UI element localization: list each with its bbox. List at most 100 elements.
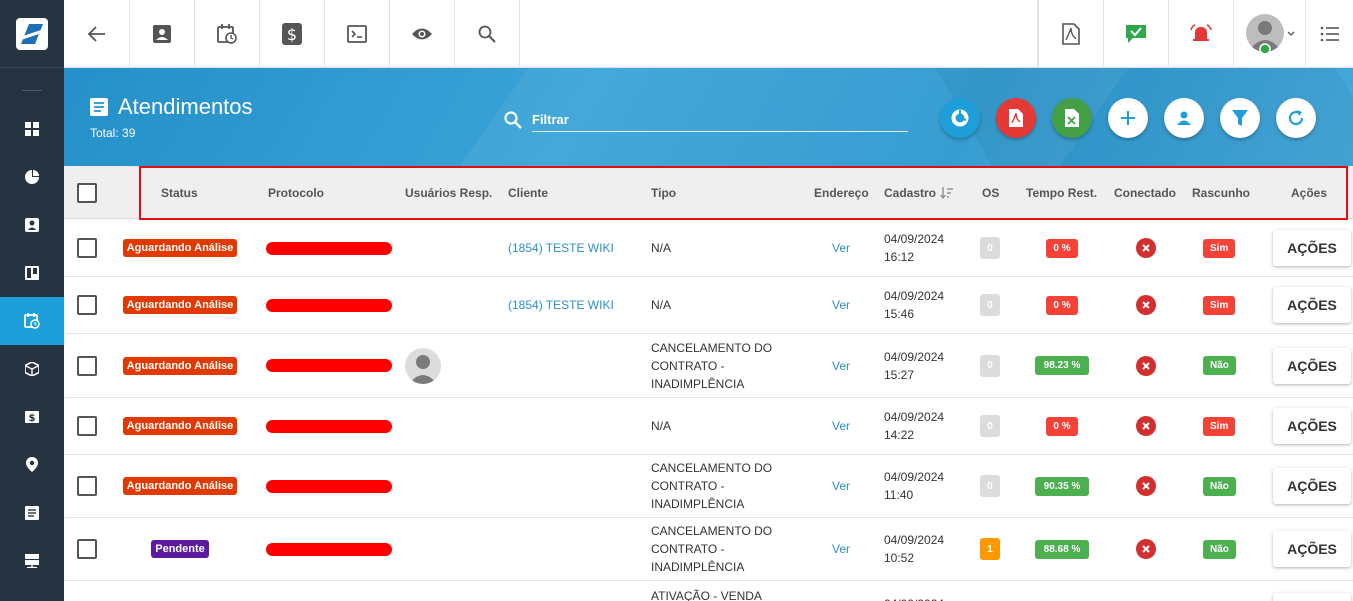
add-button[interactable] [1108, 98, 1148, 138]
sidebar-item-dashboard[interactable] [0, 105, 64, 153]
sidebar-item-finance[interactable]: $ [0, 393, 64, 441]
back-button[interactable] [64, 0, 130, 68]
responsible-avatar [405, 347, 441, 384]
os-count-badge: 0 [980, 294, 1000, 316]
alarm-bell-icon [1190, 24, 1212, 41]
table-row[interactable]: Aguardando Análise N/A Ver 04/09/2024 14:22 0… [64, 398, 1353, 455]
schedule-button[interactable] [195, 0, 260, 68]
view-button[interactable] [390, 0, 455, 68]
sidebar-item-documents[interactable] [0, 489, 64, 537]
tempo-badge: 0 % [1046, 295, 1078, 315]
finance-button[interactable]: $ [260, 0, 325, 68]
client-link[interactable]: (1854) TESTE WIKI [508, 241, 614, 255]
disconnected-icon [1136, 539, 1156, 559]
endereco-link[interactable]: Ver [832, 241, 850, 255]
terminal-button[interactable] [325, 0, 390, 68]
sidebar-item-map[interactable] [0, 441, 64, 489]
highlight-box [139, 166, 1348, 220]
sidebar: $ [0, 0, 64, 601]
sidebar-item-products[interactable] [0, 345, 64, 393]
tipo-text: CANCELAMENTO DO CONTRATO - INADIMPLÊNCIA [651, 339, 772, 393]
table-row[interactable]: ATIVAÇÃO - VENDA 04/09/2024 [64, 581, 1353, 601]
status-badge: Aguardando Análise [122, 356, 238, 375]
alarm-button[interactable] [1168, 0, 1233, 68]
tempo-badge: 90.35 % [1035, 476, 1089, 496]
cadastro-date: 04/09/2024 [884, 533, 945, 547]
rascunho-badge: Não [1203, 476, 1236, 496]
row-checkbox[interactable] [77, 355, 97, 376]
pdf-button[interactable] [1038, 0, 1103, 68]
top-toolbar: $ [64, 0, 1353, 68]
cadastro-date: 04/09/2024 [884, 289, 945, 303]
protocolo-redacted [266, 241, 392, 255]
acoes-button[interactable] [1273, 593, 1351, 601]
rascunho-badge: Sim [1203, 295, 1236, 315]
tipo-line: CONTRATO - [651, 358, 725, 373]
table-row[interactable]: Pendente CANCELAMENTO DO CONTRATO - INADIMP… [64, 518, 1353, 581]
app-logo[interactable] [0, 0, 64, 68]
sidebar-item-atendimentos[interactable] [0, 297, 64, 345]
filter-input[interactable] [532, 112, 908, 127]
acoes-button[interactable]: AÇÕES [1273, 287, 1351, 323]
chart-button[interactable] [940, 98, 980, 138]
disconnected-icon [1136, 476, 1156, 496]
user-filter-button[interactable] [1164, 98, 1204, 138]
endereco-link[interactable]: Ver [832, 298, 850, 312]
endereco-link[interactable]: Ver [832, 542, 850, 556]
tipo-text: N/A [651, 296, 671, 314]
sidebar-item-board[interactable] [0, 249, 64, 297]
protocolo-redacted [266, 479, 392, 493]
table-row[interactable]: Aguardando Análise CANCELAMENTO DO CONTRAT… [64, 455, 1353, 518]
document-icon [90, 98, 108, 116]
tasks-button[interactable] [1103, 0, 1168, 68]
dollar-icon: $ [282, 23, 302, 45]
export-excel-button[interactable] [1052, 98, 1092, 138]
search-icon [504, 111, 522, 129]
grid-icon [25, 122, 39, 136]
tipo-line: CANCELAMENTO DO [651, 461, 773, 475]
menu-button[interactable] [1305, 0, 1353, 68]
export-pdf-button[interactable] [996, 98, 1036, 138]
sidebar-item-reports[interactable] [0, 153, 64, 201]
os-count-badge: 1 [980, 538, 1000, 560]
acoes-button[interactable]: AÇÕES [1273, 531, 1351, 567]
svg-text:$: $ [287, 25, 297, 44]
filter-button[interactable] [1220, 98, 1260, 138]
user-silhouette-icon [409, 354, 437, 384]
sidebar-item-clients[interactable] [0, 201, 64, 249]
endereco-link[interactable]: Ver [832, 479, 850, 493]
row-checkbox[interactable] [77, 539, 97, 559]
table-row[interactable]: Aguardando Análise CANCELAMENTO DO CONTRAT… [64, 334, 1353, 398]
acoes-button[interactable]: AÇÕES [1273, 408, 1351, 444]
sidebar-item-network[interactable] [0, 537, 64, 585]
row-checkbox[interactable] [77, 476, 97, 496]
protocolo-redacted [266, 542, 392, 556]
status-badge: Aguardando Análise [122, 477, 238, 495]
endereco-link[interactable]: Ver [832, 359, 850, 373]
user-menu[interactable] [1233, 0, 1305, 68]
pie-chart-icon [25, 170, 39, 184]
disconnected-icon [1136, 355, 1156, 376]
kanban-icon [25, 266, 39, 280]
tipo-text: N/A [651, 417, 671, 435]
cube-icon [25, 362, 39, 376]
refresh-button[interactable] [1276, 98, 1316, 138]
row-checkbox[interactable] [77, 416, 97, 436]
row-checkbox[interactable] [77, 295, 97, 315]
acoes-button[interactable]: AÇÕES [1273, 230, 1351, 266]
endereco-link[interactable]: Ver [832, 419, 850, 433]
list-menu-icon [1320, 26, 1339, 42]
search-button[interactable] [455, 0, 520, 68]
tipo-text: CANCELAMENTO DO CONTRATO - INADIMPLÊNCIA [651, 522, 772, 576]
acoes-button[interactable]: AÇÕES [1273, 347, 1351, 384]
select-all-checkbox[interactable] [77, 182, 97, 203]
tipo-line: N/A [651, 241, 672, 255]
acoes-button[interactable]: AÇÕES [1273, 468, 1351, 504]
rascunho-badge: Sim [1203, 416, 1236, 436]
row-checkbox[interactable] [77, 238, 97, 258]
table-row[interactable]: Aguardando Análise (1854) TESTE WIKI N/A Ve… [64, 277, 1353, 334]
contacts-button[interactable] [130, 0, 195, 68]
document-icon [25, 506, 39, 520]
table-row[interactable]: Aguardando Análise (1854) TESTE WIKI N/A Ve… [64, 220, 1353, 277]
client-link[interactable]: (1854) TESTE WIKI [508, 298, 614, 312]
